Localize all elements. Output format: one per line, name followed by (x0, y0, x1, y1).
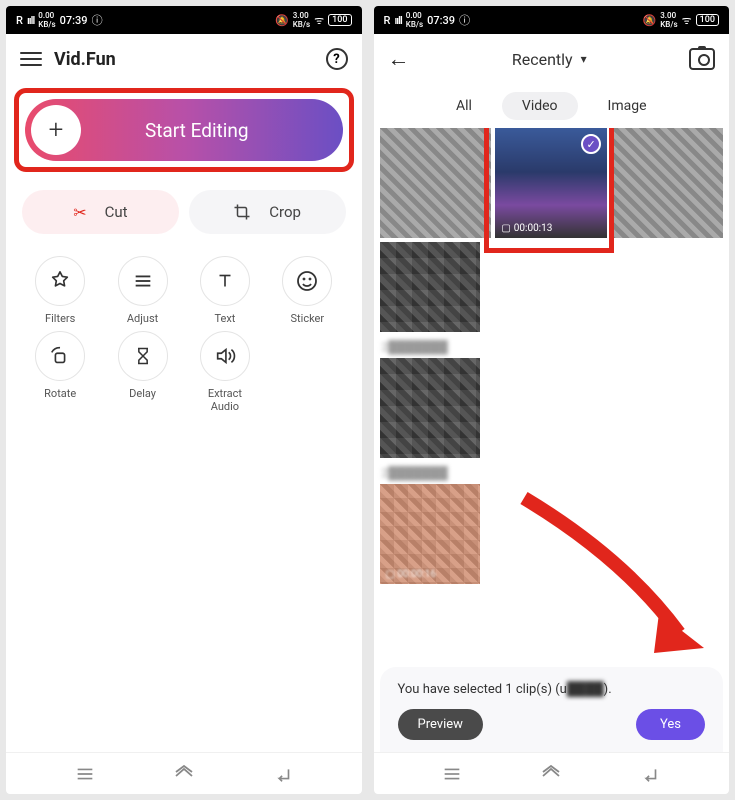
tab-all[interactable]: All (436, 92, 492, 120)
selection-bar: You have selected 1 clip(s) (u████). Pre… (380, 667, 724, 752)
scissors-icon: ✂ (73, 203, 86, 222)
adjust-icon (132, 270, 154, 292)
status-time: 07:39 (60, 14, 88, 27)
status-bar: R ııll 0.00KB/s 07:39 ⓘ 🔕 3.00KB/s ᯤ 100 (6, 6, 362, 34)
data-icon: 3.00KB/s (660, 11, 677, 29)
date-label: 2███████ (380, 336, 724, 358)
app-header: Vid.Fun ? (6, 34, 362, 84)
crop-label: Crop (269, 203, 301, 221)
delay-label: Delay (129, 387, 156, 400)
gallery-body[interactable]: ✓ ▢ 00:00:13 2███████ 2███████ ▢ 00:00:1… (374, 128, 730, 667)
speed-indicator: 0.00KB/s (38, 11, 55, 29)
yes-button[interactable]: Yes (636, 709, 705, 740)
wifi-icon: ᯤ (314, 13, 324, 28)
status-time: 07:39 (427, 14, 455, 27)
gallery-dropdown[interactable]: Recently ▾ (512, 50, 587, 69)
wifi-icon: ᯤ (682, 13, 692, 28)
help-icon[interactable]: ? (326, 48, 348, 70)
tab-video[interactable]: Video (502, 92, 578, 120)
nav-recents-icon[interactable] (441, 765, 463, 783)
text-label: Text (214, 312, 235, 325)
sticker-label: Sticker (291, 312, 325, 325)
preview-button[interactable]: Preview (398, 709, 483, 740)
nav-back-icon[interactable] (639, 765, 661, 783)
battery-icon: 100 (696, 14, 719, 26)
chevron-down-icon: ▾ (581, 52, 587, 66)
start-editing-highlight: + Start Editing (14, 88, 354, 172)
crop-icon (233, 203, 251, 221)
nav-recents-icon[interactable] (74, 765, 96, 783)
video-thumb[interactable] (611, 128, 723, 238)
signal-bars: ııll (27, 14, 34, 27)
extract-audio-label: Extract Audio (208, 387, 242, 413)
star-icon (49, 270, 71, 292)
sticker-tool[interactable]: Sticker (269, 256, 345, 325)
signal-indicator: R (384, 14, 391, 27)
signal-bars: ııll (394, 14, 401, 27)
gallery-title-label: Recently (512, 50, 573, 69)
quick-tools-row: ✂ Cut Crop (6, 176, 362, 242)
dnd-icon: 🔕 (643, 14, 657, 27)
filters-label: Filters (45, 312, 75, 325)
video-thumb[interactable]: ▢ 00:00:16 (380, 484, 480, 584)
check-icon: ✓ (581, 134, 601, 154)
start-editing-button[interactable]: + Start Editing (25, 99, 343, 161)
adjust-tool[interactable]: Adjust (104, 256, 180, 325)
info-icon: ⓘ (92, 12, 103, 28)
nav-bar (6, 752, 362, 794)
nav-home-icon[interactable] (172, 764, 196, 784)
video-thumb-selected[interactable]: ✓ ▢ 00:00:13 (495, 128, 607, 238)
delay-tool[interactable]: Delay (104, 331, 180, 413)
video-duration: ▢ 00:00:13 (501, 223, 552, 234)
filters-tool[interactable]: Filters (22, 256, 98, 325)
extract-audio-tool[interactable]: Extract Audio (187, 331, 263, 413)
signal-indicator: R (16, 14, 23, 27)
phone-left: R ııll 0.00KB/s 07:39 ⓘ 🔕 3.00KB/s ᯤ 100… (6, 6, 362, 794)
adjust-label: Adjust (127, 312, 158, 325)
plus-icon: + (31, 105, 81, 155)
back-button[interactable]: ← (388, 46, 410, 72)
smile-icon (295, 269, 319, 293)
camera-small-icon: ▢ (501, 223, 510, 234)
text-tool[interactable]: Text (187, 256, 263, 325)
date-label: 2███████ (380, 462, 724, 484)
video-thumb[interactable] (380, 358, 480, 458)
rotate-icon (49, 345, 71, 367)
hourglass-icon (133, 345, 153, 367)
info-icon: ⓘ (459, 12, 470, 28)
battery-icon: 100 (328, 14, 351, 26)
nav-home-icon[interactable] (539, 764, 563, 784)
speaker-icon (214, 345, 236, 367)
nav-back-icon[interactable] (272, 765, 294, 783)
text-icon (214, 270, 236, 292)
phone-right: R ııll 0.00KB/s 07:39 ⓘ 🔕 3.00KB/s ᯤ 100… (374, 6, 730, 794)
status-bar: R ııll 0.00KB/s 07:39 ⓘ 🔕 3.00KB/s ᯤ 100 (374, 6, 730, 34)
gallery-header: ← Recently ▾ (374, 34, 730, 84)
crop-button[interactable]: Crop (189, 190, 346, 234)
dnd-icon: 🔕 (275, 14, 289, 27)
rotate-label: Rotate (44, 387, 76, 400)
rotate-tool[interactable]: Rotate (22, 331, 98, 413)
speed-indicator: 0.00KB/s (406, 11, 423, 29)
selection-text: You have selected 1 clip(s) (u████). (398, 681, 706, 697)
video-thumb[interactable] (380, 128, 492, 238)
tab-image[interactable]: Image (588, 92, 667, 120)
video-duration: ▢ 00:00:16 (386, 569, 437, 580)
menu-icon[interactable] (20, 52, 42, 66)
video-thumb[interactable] (380, 242, 480, 332)
app-title: Vid.Fun (54, 49, 116, 70)
camera-button[interactable] (689, 48, 715, 70)
cut-label: Cut (105, 203, 128, 221)
start-editing-label: Start Editing (81, 119, 343, 142)
data-icon: 3.00KB/s (293, 11, 310, 29)
tools-grid: Filters Adjust Text Sticker Rotate Delay… (6, 242, 362, 428)
filter-tabs: All Video Image (374, 84, 730, 128)
cut-button[interactable]: ✂ Cut (22, 190, 179, 234)
nav-bar (374, 752, 730, 794)
